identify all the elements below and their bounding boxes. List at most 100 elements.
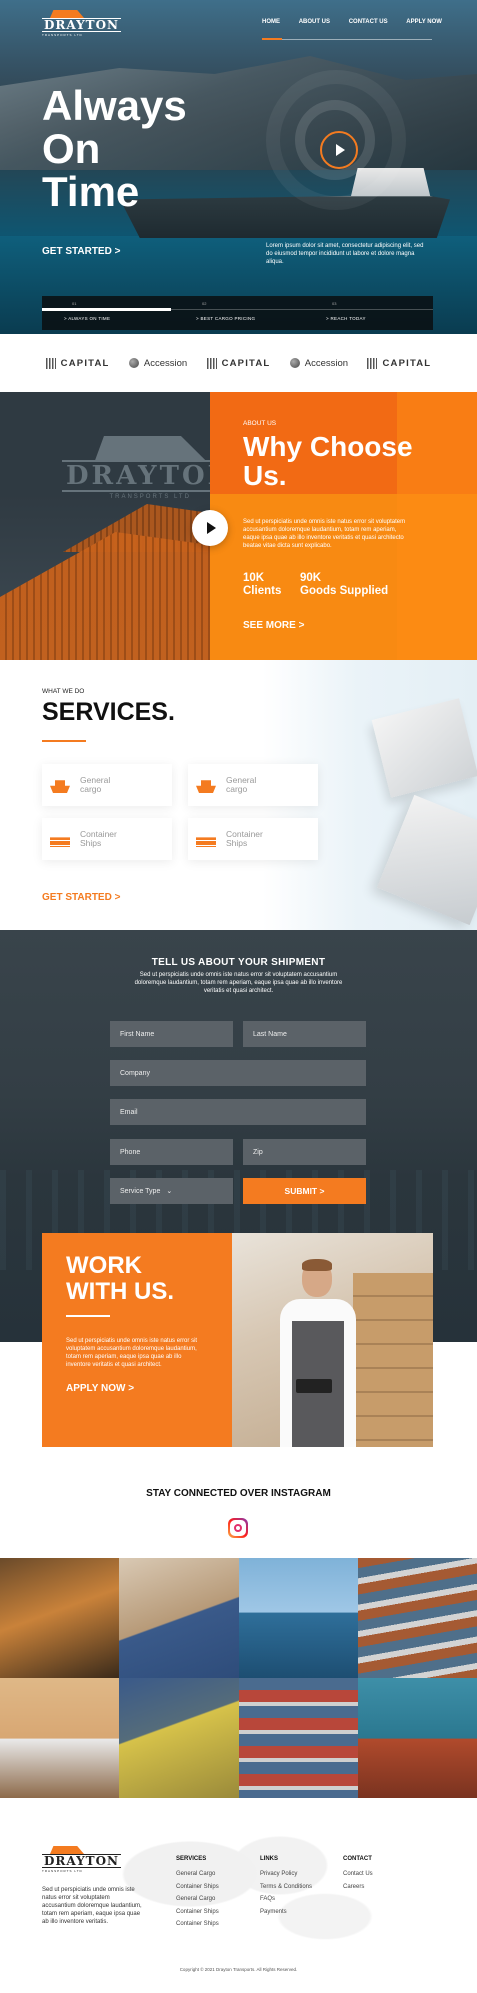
footer-link-careers[interactable]: Careers <box>343 1881 373 1894</box>
gallery-image-forklift[interactable] <box>119 1678 239 1798</box>
gallery-image-delivery-worker[interactable] <box>119 1558 239 1678</box>
partner-name: Accession <box>143 357 188 369</box>
copyright: Copyright © 2021 Drayton Transports. All… <box>179 1967 298 1972</box>
footer-link-faqs[interactable]: FAQs <box>260 1893 312 1906</box>
container-stack <box>0 532 210 660</box>
last-name-field[interactable]: Last Name <box>243 1021 366 1047</box>
slider-tab-number: 02 <box>202 301 207 306</box>
submit-button[interactable]: SUBMIT > <box>243 1178 366 1204</box>
instagram-title: STAY CONNECTED OVER INSTAGRAM <box>146 1488 331 1499</box>
slider-tab-best-cargo-pricing[interactable]: > BEST CARGO PRICING <box>196 316 255 321</box>
footer-logo[interactable]: DRAYTON TRANSPORTS LTD <box>42 1846 122 1873</box>
gallery-image-crane[interactable] <box>0 1558 120 1678</box>
video-play-button[interactable] <box>192 510 228 546</box>
service-type-select[interactable]: Service Type ⌄ <box>110 1178 233 1204</box>
section-eyebrow: WHAT WE DO <box>42 688 85 695</box>
footer-contact-column: CONTACT Contact Us Careers <box>343 1856 373 1893</box>
work-title: WORK WITH US. <box>66 1252 174 1305</box>
partner-logo: CAPITAL <box>206 357 271 369</box>
section-eyebrow: ABOUT US <box>243 420 277 427</box>
footer-link-container-ships[interactable]: Container Ships <box>176 1918 219 1931</box>
service-card-general-cargo[interactable]: General cargo <box>42 764 172 806</box>
gallery-image-port-cranes[interactable] <box>238 1558 358 1678</box>
capital-logo-icon <box>206 357 217 369</box>
ship-icon <box>50 780 70 793</box>
footer-column-title: SERVICES <box>176 1856 207 1862</box>
footer-link-contact-us[interactable]: Contact Us <box>343 1868 373 1881</box>
stat-value: 90K <box>300 572 322 584</box>
logo-wordmark: DRAYTON <box>42 18 122 32</box>
slider-tab-always-on-time[interactable]: > ALWAYS ON TIME <box>64 316 110 321</box>
instagram-icon[interactable] <box>228 1518 248 1538</box>
truck-icon <box>50 10 84 18</box>
warehouse-boxes <box>353 1273 433 1447</box>
apply-now-button[interactable]: APPLY NOW > <box>66 1383 134 1394</box>
service-type-value: Service Type <box>120 1187 161 1195</box>
header-logo[interactable]: DRAYTON TRANSPORTS LTD <box>42 10 122 37</box>
hero-get-started-button[interactable]: GET STARTED > <box>42 246 120 257</box>
service-card-general-cargo[interactable]: General cargo <box>188 764 318 806</box>
slider-tab-number: 01 <box>72 301 77 306</box>
worker-tablet <box>296 1379 332 1393</box>
why-choose-panel: ABOUT US Why Choose Us. Sed ut perspicia… <box>210 392 477 660</box>
services-title: SERVICES. <box>42 698 175 726</box>
hero-section: DRAYTON TRANSPORTS LTD HOME ABOUT US CON… <box>0 0 477 334</box>
hero-play-button[interactable] <box>320 131 358 169</box>
footer-link-container-ships[interactable]: Container Ships <box>176 1881 219 1894</box>
see-more-link[interactable]: SEE MORE > <box>243 620 304 631</box>
footer-services-column: SERVICES General Cargo Container Ships G… <box>176 1856 219 1931</box>
slider-tab-number: 03 <box>332 301 337 306</box>
nav-divider <box>262 39 432 40</box>
why-choose-section: DRAYTON TRANSPORTS LTD ABOUT US Why Choo… <box>0 392 477 660</box>
gallery-image-trucks[interactable] <box>0 1678 120 1798</box>
watermark-wordmark: DRAYTON <box>62 460 210 492</box>
accession-logo-icon <box>289 358 300 368</box>
ship-icon <box>196 780 216 793</box>
first-name-field[interactable]: First Name <box>110 1021 233 1047</box>
services-section: WHAT WE DO SERVICES. General cargo Gener… <box>0 660 477 930</box>
footer-column-title: LINKS <box>260 1856 278 1862</box>
footer: DRAYTON TRANSPORTS LTD Sed ut perspiciat… <box>0 1798 477 1993</box>
logo-tagline: TRANSPORTS LTD <box>42 1869 83 1873</box>
zip-field[interactable]: Zip <box>243 1139 366 1165</box>
main-nav: HOME ABOUT US CONTACT US APPLY NOW <box>262 19 442 25</box>
work-with-us-section: WORK WITH US. Sed ut perspiciatis unde o… <box>42 1233 433 1447</box>
stat-label: Goods Supplied <box>300 585 389 597</box>
play-icon <box>207 522 216 534</box>
gallery-image-worker-on-container[interactable] <box>357 1678 477 1798</box>
phone-field[interactable]: Phone <box>110 1139 233 1165</box>
slider-tab-reach-today[interactable]: > REACH TODAY <box>326 316 366 321</box>
email-field[interactable]: Email <box>110 1099 366 1125</box>
hero-text: Lorem ipsum dolor sit amet, consectetur … <box>266 243 424 265</box>
services-get-started-button[interactable]: GET STARTED > <box>42 892 120 903</box>
footer-about: Sed ut perspiciatis unde omnis iste natu… <box>42 1887 142 1925</box>
footer-link-privacy-policy[interactable]: Privacy Policy <box>260 1868 312 1881</box>
slider-progress <box>42 308 172 311</box>
service-label: General cargo <box>226 774 257 794</box>
nav-contact-us[interactable]: CONTACT US <box>349 19 388 25</box>
nav-about-us[interactable]: ABOUT US <box>299 19 330 25</box>
watermark-logo: DRAYTON TRANSPORTS LTD <box>62 436 210 500</box>
chevron-down-icon: ⌄ <box>166 1188 173 1195</box>
partner-logo: Accession <box>289 358 348 369</box>
company-field[interactable]: Company <box>110 1060 366 1086</box>
nav-apply-now[interactable]: APPLY NOW <box>406 19 442 25</box>
title-underline <box>66 1315 110 1317</box>
footer-link-payments[interactable]: Payments <box>260 1906 312 1919</box>
footer-link-general-cargo[interactable]: General Cargo <box>176 1893 219 1906</box>
service-card-container-ships[interactable]: Container Ships <box>42 818 172 860</box>
capital-logo-icon <box>367 357 378 369</box>
footer-column-title: CONTACT <box>343 1856 372 1862</box>
worker-figure <box>272 1259 362 1447</box>
nav-home[interactable]: HOME <box>262 19 280 25</box>
footer-link-general-cargo[interactable]: General Cargo <box>176 1868 219 1881</box>
footer-link-container-ships[interactable]: Container Ships <box>176 1906 219 1919</box>
box-image <box>376 794 477 926</box>
why-choose-title: Why Choose Us. <box>243 431 413 491</box>
footer-link-terms[interactable]: Terms & Conditions <box>260 1881 312 1894</box>
gallery-image-containers[interactable] <box>357 1558 477 1678</box>
partner-logos: CAPITAL Accession CAPITAL Accession CAPI… <box>0 334 477 392</box>
gallery-image-container-yard[interactable] <box>238 1678 358 1798</box>
service-card-container-ships[interactable]: Container Ships <box>188 818 318 860</box>
partner-name: CAPITAL <box>60 357 110 369</box>
